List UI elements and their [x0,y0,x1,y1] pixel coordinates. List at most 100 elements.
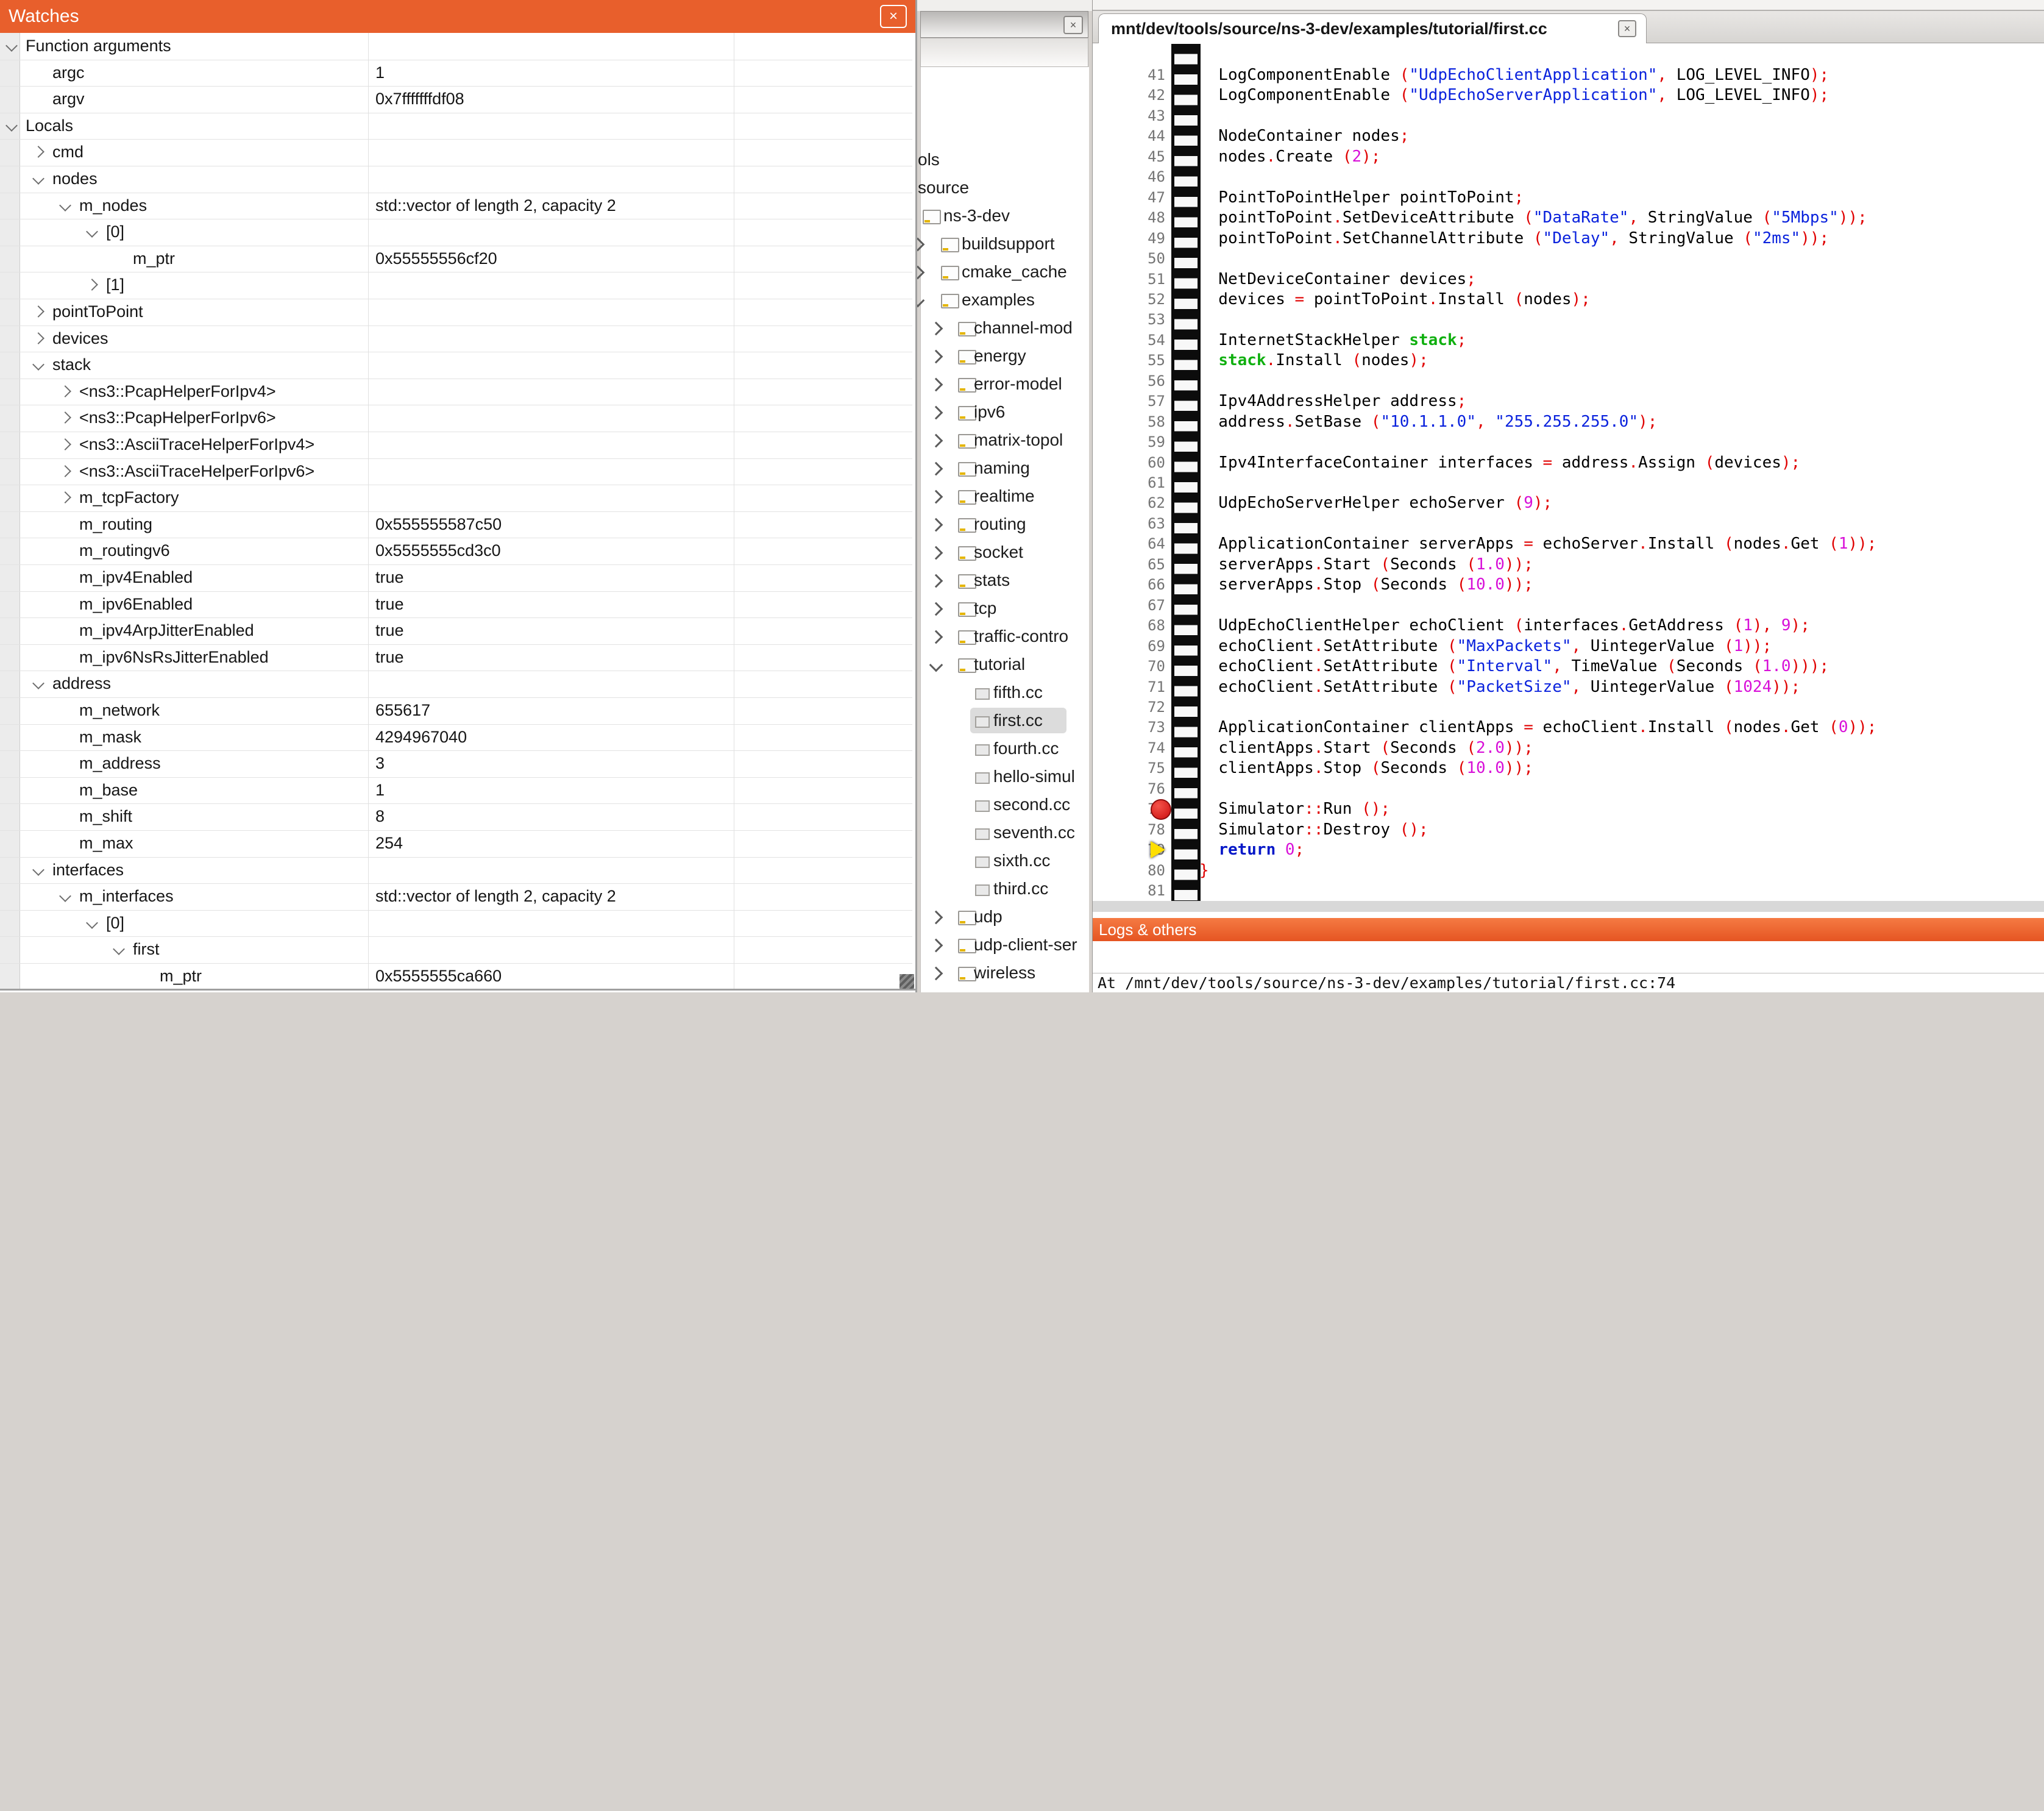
chevron-right-icon[interactable] [59,385,71,397]
watch-value: true [375,564,404,591]
code-token: 1.0 [1762,657,1791,675]
watch-name: m_ipv6NsRsJitterEnabled [79,644,269,671]
watches-titlebar[interactable]: Watches × [0,0,915,33]
code-token: , [1609,229,1619,247]
watch-row[interactable]: [0] [0,910,912,938]
watch-row[interactable]: m_ptr0x55555556cf20 [0,246,912,273]
chevron-down-icon[interactable] [86,917,98,929]
watch-row[interactable]: first [0,936,912,964]
logs-panel-titlebar[interactable]: Logs & others [1093,918,2044,941]
watch-row[interactable]: <ns3::PcapHelperForIpv4> [0,379,912,406]
watch-row[interactable]: m_routingv60x5555555cd3c0 [0,538,912,565]
management-panel-caption[interactable]: × [920,11,1088,38]
code-line: echoClient.SetAttribute ("MaxPackets", U… [1199,636,1772,656]
chevron-right-icon[interactable] [59,465,71,477]
chevron-right-icon[interactable] [86,279,98,291]
watches-close-icon[interactable]: × [880,5,907,28]
chevron-right-icon[interactable] [59,438,71,450]
watch-row[interactable]: <ns3::PcapHelperForIpv6> [0,405,912,432]
watch-row[interactable]: m_ipv4ArpJitterEnabledtrue [0,617,912,645]
code-token: UdpEchoClientHelper echoClient [1199,616,1514,635]
watch-row[interactable]: m_ipv6Enabledtrue [0,591,912,619]
chevron-down-icon[interactable] [59,199,71,212]
code-token: . [1619,616,1629,635]
code-token: "DataRate" [1533,208,1629,227]
code-token: . [1314,739,1324,757]
chevron-right-icon[interactable] [32,305,44,318]
watch-row[interactable]: [0] [0,219,912,246]
code-token: ); [1810,86,1829,104]
chevron-down-icon[interactable] [5,40,18,52]
management-close-icon[interactable]: × [1063,16,1083,34]
code-token: . [1314,657,1324,675]
watch-row[interactable]: [1] [0,272,912,299]
watch-row[interactable]: address [0,671,912,698]
watch-row[interactable]: cmd [0,139,912,166]
chevron-down-icon[interactable] [86,226,98,238]
watch-row[interactable]: pointToPoint [0,299,912,326]
code-line: Ipv4AddressHelper address; [1199,391,1466,411]
chevron-down-icon[interactable] [32,677,44,689]
watch-value: 254 [375,830,403,857]
code-token: . [1266,148,1276,166]
editor-horizontal-scrollbar[interactable] [1093,901,2044,912]
line-number: 59 [1121,432,1165,452]
breakpoint-marker[interactable] [1151,799,1171,820]
code-token: devices [1714,454,1781,472]
watch-row[interactable]: m_shift8 [0,803,912,831]
watch-value: 1 [375,60,385,87]
watch-row[interactable]: m_address3 [0,750,912,778]
watch-row[interactable]: devices [0,326,912,353]
editor-file-tab[interactable]: mnt/dev/tools/source/ns-3-dev/examples/t… [1098,13,1647,43]
watch-row[interactable]: m_mask4294967040 [0,724,912,752]
chevron-right-icon[interactable] [32,146,44,158]
code-token: stack [1409,331,1457,349]
chevron-down-icon[interactable] [32,864,44,876]
watch-row[interactable]: stack [0,352,912,379]
chevron-down-icon[interactable] [113,943,125,955]
watch-row[interactable]: m_network655617 [0,697,912,725]
watch-row[interactable]: <ns3::AsciiTraceHelperForIpv4> [0,432,912,459]
code-token: ( [1447,657,1457,675]
watch-row[interactable]: m_routing0x555555587c50 [0,511,912,539]
line-number: 73 [1121,717,1165,738]
chevron-right-icon[interactable] [59,491,71,503]
chevron-down-icon[interactable] [32,173,44,185]
watch-row[interactable]: m_ipv6NsRsJitterEnabledtrue [0,644,912,672]
code-token: address [1552,454,1628,472]
code-token: , [1572,678,1581,696]
chevron-right-icon[interactable] [59,411,71,424]
watches-resize-grip[interactable] [900,974,914,989]
breakpoint-margin[interactable] [1171,44,1201,902]
watch-row[interactable]: m_interfacesstd::vector of length 2, cap… [0,883,912,911]
chevron-down-icon[interactable] [32,358,44,371]
tree-item-label: buildsupport [962,230,1055,258]
code-token: Get [1791,535,1829,553]
watch-row[interactable]: Function arguments [0,33,912,60]
watch-row[interactable]: m_tcpFactory [0,485,912,512]
watch-row[interactable]: argv0x7fffffffdf08 [0,86,912,113]
watch-row[interactable]: interfaces [0,857,912,884]
watch-row[interactable]: Locals [0,113,912,140]
code-token: ( [1466,739,1476,757]
code-token: ( [1724,718,1734,736]
watch-row[interactable]: m_base1 [0,777,912,805]
editor-tab-close-icon[interactable]: × [1618,20,1636,37]
watch-row[interactable]: m_ptr0x5555555ca660 [0,963,912,991]
chevron-down-icon[interactable] [5,119,18,132]
watch-row[interactable]: nodes [0,166,912,193]
chevron-down-icon[interactable] [59,890,71,902]
code-token: . [1638,535,1648,553]
code-token [1199,351,1218,369]
watch-row[interactable]: argc1 [0,60,912,87]
watch-row[interactable]: m_nodesstd::vector of length 2, capacity… [0,193,912,220]
watch-row[interactable]: m_max254 [0,830,912,858]
watch-row[interactable]: <ns3::AsciiTraceHelperForIpv6> [0,458,912,486]
watch-name: stack [52,352,91,379]
watches-bottom-border [0,989,915,991]
watch-row[interactable]: m_ipv4Enabledtrue [0,564,912,592]
line-number: 51 [1121,269,1165,290]
chevron-right-icon[interactable] [32,332,44,344]
watches-column-divider[interactable] [368,33,369,989]
file-icon [975,688,990,700]
